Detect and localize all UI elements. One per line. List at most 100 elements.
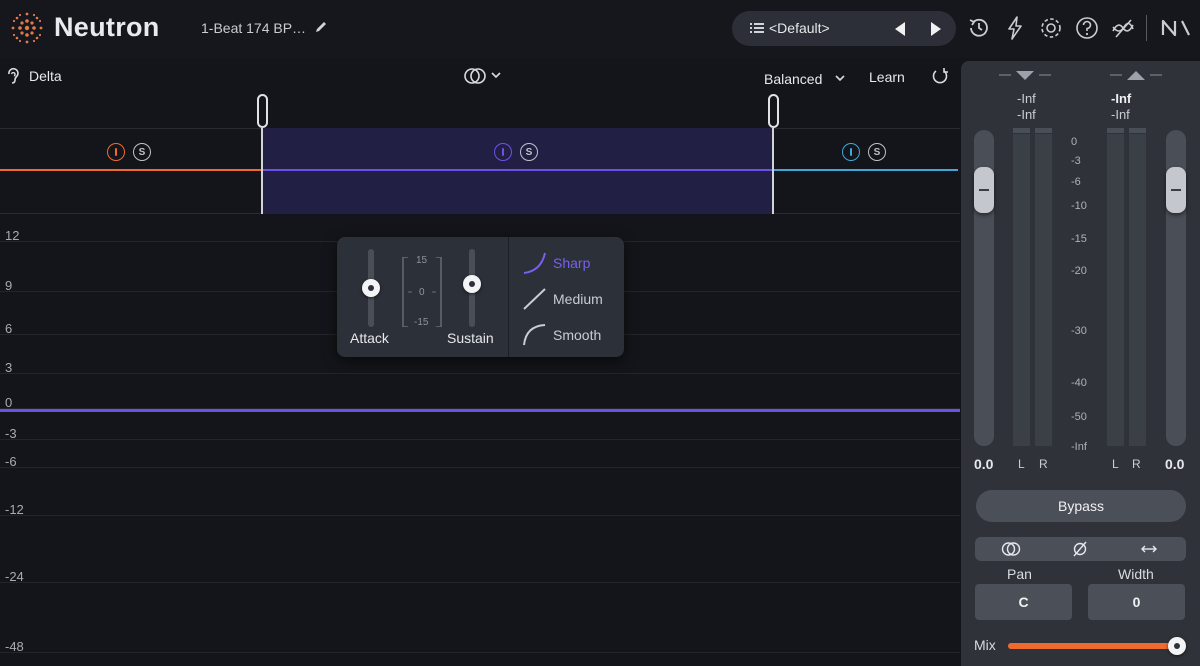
band-2-region[interactable] <box>262 128 773 214</box>
gain-curve-line[interactable] <box>0 409 960 412</box>
history-icon[interactable] <box>966 15 992 41</box>
assistant-icon[interactable] <box>1110 15 1136 41</box>
input-rms-readout: -Inf <box>1017 107 1036 122</box>
bypass-button[interactable]: Bypass <box>976 490 1186 522</box>
pan-label: Pan <box>1007 566 1032 582</box>
list-icon <box>750 23 764 33</box>
output-gain-fader-thumb[interactable] <box>1166 167 1186 213</box>
scale-top: 15 <box>416 255 428 266</box>
curve-medium-label: Medium <box>553 291 603 307</box>
pan-field[interactable]: C <box>975 584 1072 620</box>
band-link-icon[interactable] <box>462 66 506 86</box>
width-label: Width <box>1118 566 1154 582</box>
prev-arrow-icon[interactable] <box>892 20 908 38</box>
power-icon[interactable] <box>494 143 512 161</box>
db-axis-label: 12 <box>5 228 20 243</box>
output-meter-l-clip <box>1107 128 1124 133</box>
band-1-controls: S <box>107 143 151 161</box>
db-axis-label: 9 <box>5 278 13 293</box>
sustain-slider-thumb[interactable] <box>463 275 481 293</box>
swap-channels-icon[interactable] <box>1139 540 1159 558</box>
curve-medium-option[interactable]: Medium <box>523 287 623 311</box>
input-gain-value[interactable]: 0.0 <box>974 456 993 472</box>
input-meter-l <box>1013 134 1030 446</box>
crossover-line-2[interactable] <box>772 128 774 214</box>
output-gain-fader[interactable] <box>1166 130 1186 446</box>
smooth-curve-icon <box>523 324 546 346</box>
crossover-handle-1[interactable] <box>257 94 268 128</box>
power-icon[interactable] <box>107 143 125 161</box>
output-meter-l <box>1107 134 1124 446</box>
session-name[interactable]: 1-Beat 174 BP… <box>201 20 306 36</box>
transient-popup: Attack 15 0 -15 Sustain Sharp Medium Smo… <box>337 237 624 357</box>
attack-label: Attack <box>350 330 389 346</box>
db-axis-label: -48 <box>5 639 24 654</box>
curve-sharp-option[interactable]: Sharp <box>523 251 623 275</box>
scale-bottom: -15 <box>414 317 429 328</box>
db-axis-label: -3 <box>5 426 17 441</box>
curve-smooth-option[interactable]: Smooth <box>523 323 623 347</box>
attack-slider-thumb[interactable] <box>362 279 380 297</box>
mix-slider-thumb[interactable] <box>1168 637 1186 655</box>
band-3-line <box>774 169 958 171</box>
help-icon[interactable] <box>1074 15 1100 41</box>
reset-icon[interactable] <box>931 66 949 86</box>
db-axis-label: 3 <box>5 360 13 375</box>
toolbar-divider <box>1146 15 1147 41</box>
grid-line <box>0 515 960 516</box>
delta-button[interactable]: Delta <box>29 68 62 84</box>
solo-icon[interactable]: S <box>520 143 538 161</box>
input-r-label: R <box>1039 457 1048 471</box>
output-r-label: R <box>1132 457 1141 471</box>
crossover-line-1[interactable] <box>261 128 263 214</box>
crossover-handle-2[interactable] <box>768 94 779 128</box>
band-3-controls: S <box>842 143 886 161</box>
db-axis-label: 6 <box>5 321 13 336</box>
mode-dropdown[interactable]: Balanced <box>764 71 822 87</box>
meter-scale-label: -Inf <box>1071 441 1087 453</box>
learn-button[interactable]: Learn <box>869 69 905 85</box>
next-arrow-icon[interactable] <box>928 20 944 38</box>
curve-smooth-label: Smooth <box>553 327 602 343</box>
output-peak-readout: -Inf <box>1111 91 1132 106</box>
sharp-curve-icon <box>523 252 546 274</box>
mix-label: Mix <box>974 637 996 653</box>
grid-line <box>0 373 960 374</box>
app-title: Neutron <box>54 12 160 42</box>
meter-scale-label: 0 <box>1071 136 1078 148</box>
gear-icon[interactable] <box>1038 15 1064 41</box>
ni-logo-icon <box>1161 19 1190 37</box>
input-meter-r-clip <box>1035 128 1052 133</box>
output-meter-r-clip <box>1129 128 1146 133</box>
output-gain-value[interactable]: 0.0 <box>1165 456 1184 472</box>
grid-line <box>0 439 960 440</box>
width-field[interactable]: 0 <box>1088 584 1185 620</box>
preset-name: <Default> <box>769 20 830 36</box>
input-gain-fader[interactable] <box>974 130 994 446</box>
db-axis-label: -12 <box>5 502 24 517</box>
input-meter-l-clip <box>1013 128 1030 133</box>
power-icon[interactable] <box>842 143 860 161</box>
stereo-mode-bar <box>975 537 1186 561</box>
solo-icon[interactable]: S <box>133 143 151 161</box>
pencil-icon[interactable] <box>313 19 329 35</box>
scale-mid: 0 <box>419 287 425 298</box>
meter-scale-label: -20 <box>1071 265 1087 277</box>
preset-selector[interactable]: <Default> <box>732 11 956 46</box>
solo-icon[interactable]: S <box>868 143 886 161</box>
curve-sharp-label: Sharp <box>553 255 591 271</box>
input-meter-r <box>1035 134 1052 446</box>
phase-invert-icon[interactable] <box>1070 540 1090 558</box>
meter-scale-label: -30 <box>1071 325 1087 337</box>
grid-line <box>0 582 960 583</box>
popup-divider <box>508 237 509 357</box>
stereo-link-icon[interactable] <box>1001 540 1021 558</box>
mix-slider[interactable] <box>1008 637 1186 655</box>
input-gain-fader-thumb[interactable] <box>974 167 994 213</box>
chevron-down-icon[interactable] <box>834 73 846 83</box>
band-1-line <box>0 169 261 171</box>
ear-icon[interactable] <box>6 67 20 85</box>
lightning-icon[interactable] <box>1002 15 1028 41</box>
meter-scale-label: -6 <box>1071 176 1081 188</box>
db-axis-label: -6 <box>5 454 17 469</box>
